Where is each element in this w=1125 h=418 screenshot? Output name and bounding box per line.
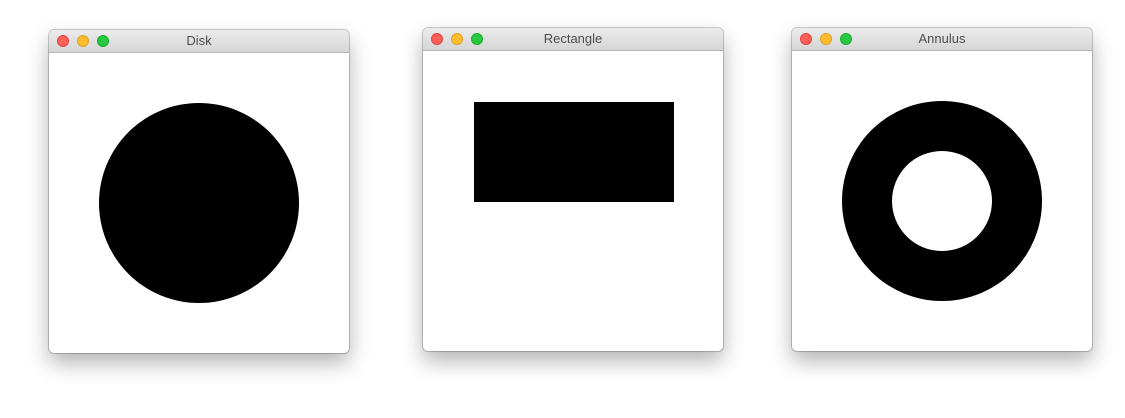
rectangle-shape <box>474 102 674 202</box>
disk-window: Disk <box>49 30 349 353</box>
window-title: Disk <box>186 33 212 48</box>
window-title: Annulus <box>918 31 966 46</box>
drawing-canvas <box>49 53 349 353</box>
disk-svg <box>99 103 299 303</box>
window-title: Rectangle <box>543 31 603 46</box>
drawing-canvas <box>423 51 723 351</box>
rectangle-window: Rectangle <box>423 28 723 351</box>
title-bar[interactable]: Annulus <box>792 28 1092 51</box>
rectangle-svg <box>474 102 674 202</box>
annulus-svg <box>842 101 1042 301</box>
drawing-canvas <box>792 51 1092 351</box>
annulus-shape <box>842 101 1042 301</box>
title-bar[interactable]: Disk <box>49 30 349 53</box>
title-bar[interactable]: Rectangle <box>423 28 723 51</box>
disk-shape <box>99 103 299 303</box>
annulus-window: Annulus <box>792 28 1092 351</box>
